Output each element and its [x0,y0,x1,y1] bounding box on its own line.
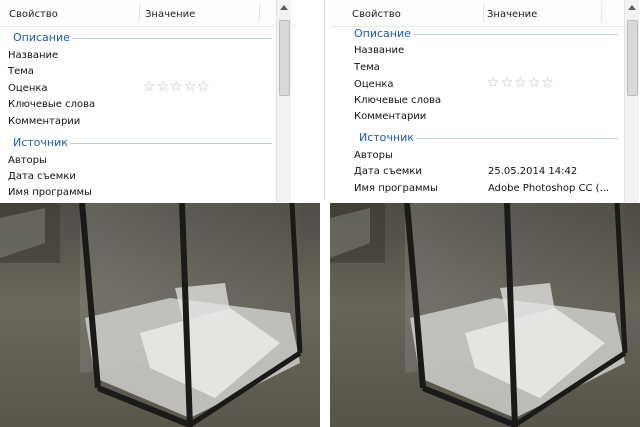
column-separator[interactable] [483,3,484,22]
left-screenshot: Свойство Значение Описание Название Тема… [0,0,320,427]
column-separator[interactable] [601,3,602,22]
star-rating-icon[interactable]: ☆☆☆☆☆ [487,75,555,91]
row-label-program-name: Имя программы [354,183,438,194]
vertical-scrollbar[interactable] [276,0,291,203]
row-label-keywords: Ключевые слова [354,95,442,106]
properties-panel: Свойство Значение Описание Название Тема… [0,0,296,203]
section-title-source: Источник [359,131,414,144]
star-rating-icon[interactable]: ☆☆☆☆☆ [143,79,211,95]
scrollbar-thumb[interactable] [627,20,638,96]
row-label-title: Название [8,50,59,61]
row-label-rating: Оценка [354,79,394,90]
panel-divider-line [324,0,325,200]
row-label-comments: Комментарии [8,116,81,127]
scrollbar-thumb[interactable] [279,20,290,96]
section-divider [70,143,272,144]
row-label-subject: Тема [354,62,380,73]
ballot-box-photo [0,203,320,427]
column-property[interactable]: Свойство [352,9,401,20]
row-label-authors: Авторы [354,150,393,161]
column-separator[interactable] [259,3,260,22]
row-label-program-name: Имя программы [8,187,92,198]
section-divider [414,34,618,35]
row-value-date-taken: 25.05.2014 14:42 [488,166,578,177]
column-value[interactable]: Значение [145,9,195,20]
section-title-description: Описание [354,27,411,40]
row-value-program-name: Adobe Photoshop CC (... [488,183,610,194]
section-divider [416,138,618,139]
column-header: Свойство Значение [330,0,640,27]
column-header: Свойство Значение [0,0,296,27]
row-label-authors: Авторы [8,155,47,166]
section-divider [72,38,272,39]
row-label-subject: Тема [8,66,34,77]
right-screenshot: Свойство Значение Описание Название Тема… [330,0,640,427]
section-title-description: Описание [13,31,70,44]
section-title-source: Источник [13,136,68,149]
properties-panel: Свойство Значение Описание Название Тема… [330,0,640,203]
row-label-title: Название [354,45,405,56]
column-value[interactable]: Значение [487,9,537,20]
column-separator[interactable] [139,3,140,22]
ballot-box-photo [330,203,640,427]
scroll-up-arrow-icon[interactable] [280,5,288,10]
column-property[interactable]: Свойство [9,9,58,20]
row-label-keywords: Ключевые слова [8,99,96,110]
row-label-comments: Комментарии [354,111,427,122]
vertical-scrollbar[interactable] [624,0,639,203]
row-label-date-taken: Дата съемки [354,166,422,177]
row-label-rating: Оценка [8,83,48,94]
row-label-date-taken: Дата съемки [8,171,76,182]
scroll-up-arrow-icon[interactable] [628,5,636,10]
panel-divider [320,0,330,427]
